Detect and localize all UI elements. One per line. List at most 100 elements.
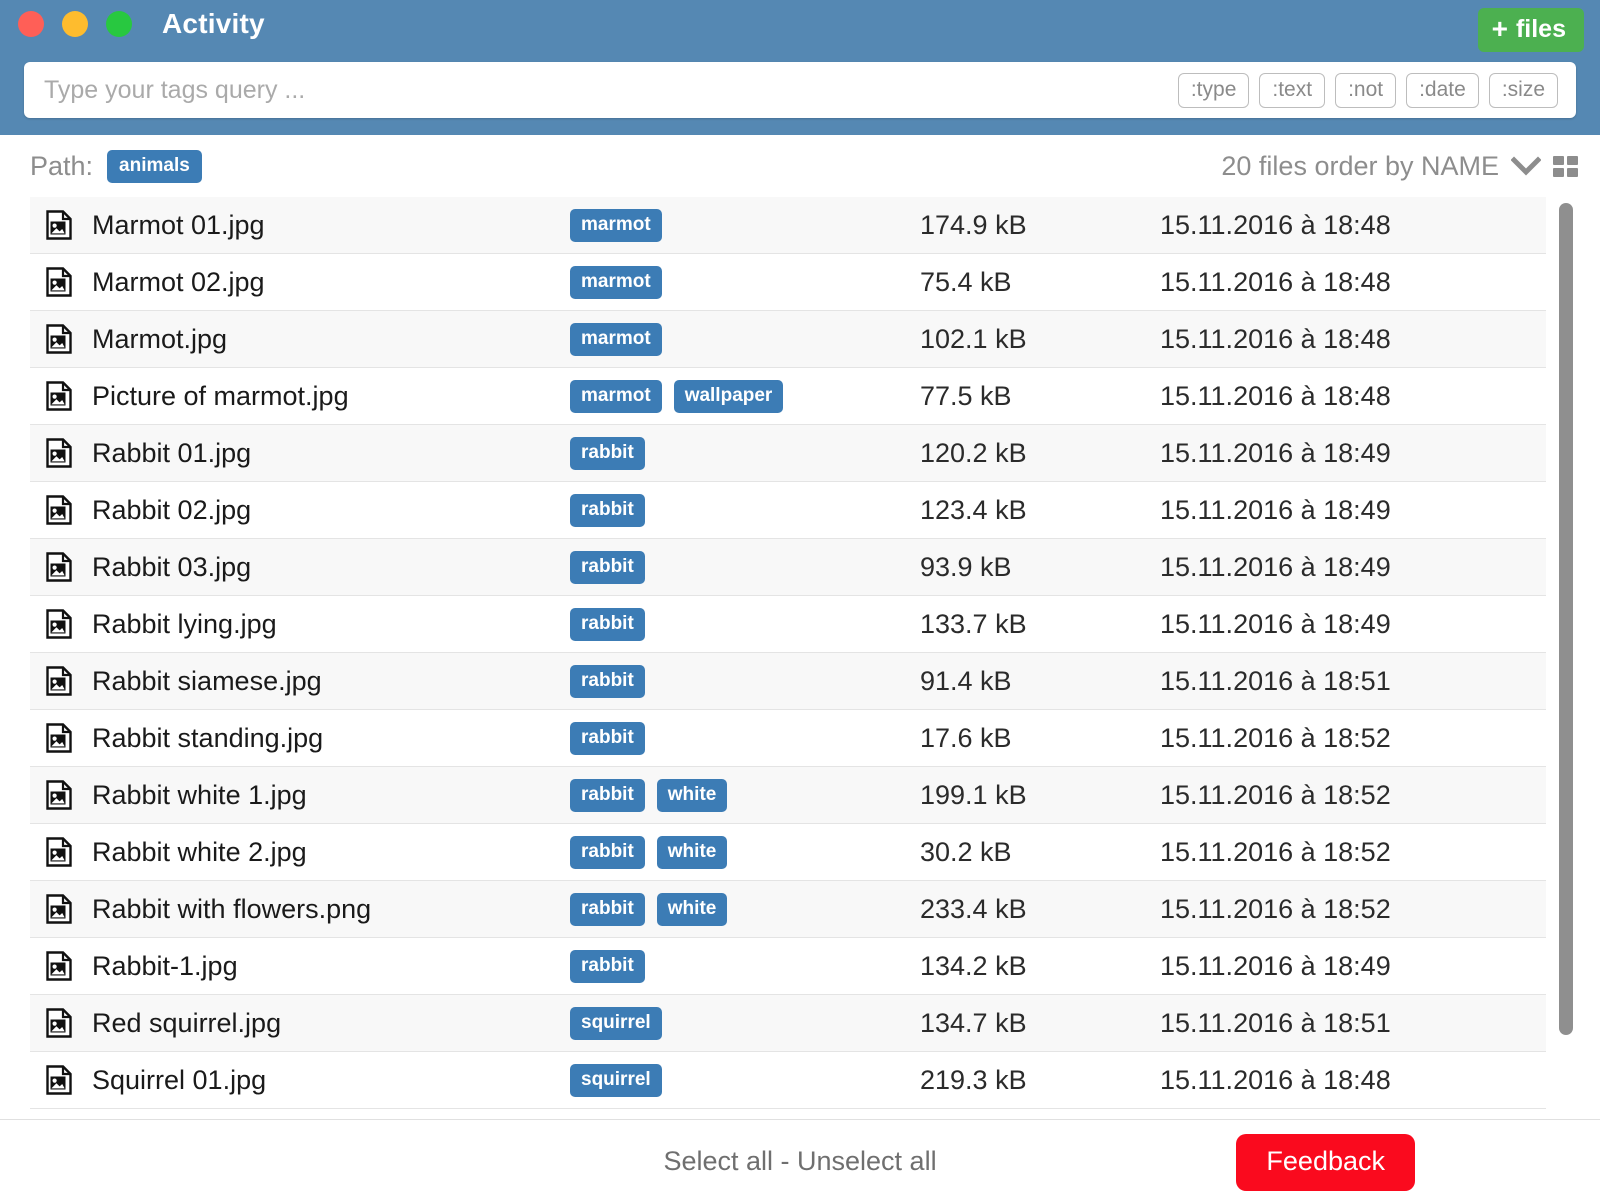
file-tag[interactable]: rabbit: [570, 664, 645, 698]
search-bar: :type :text :not :date :size: [24, 62, 1576, 118]
file-tags-cell: rabbit: [570, 607, 920, 641]
unselect-all-link[interactable]: Unselect all: [797, 1146, 937, 1176]
file-tag[interactable]: white: [656, 892, 728, 926]
maximize-window-button[interactable]: [106, 11, 132, 37]
file-date: 15.11.2016 à 18:51: [1160, 1007, 1391, 1038]
file-row[interactable]: Picture of marmot.jpg marmot wallpaper 77.5…: [30, 368, 1546, 425]
file-name-cell: Rabbit 01.jpg: [30, 438, 570, 469]
breadcrumb-animals[interactable]: animals: [107, 149, 202, 183]
file-name: Rabbit 02.jpg: [92, 494, 252, 525]
file-size: 102.1 kB: [920, 323, 1027, 354]
file-row[interactable]: Rabbit 01.jpg rabbit 120.2 kB 15.11.2016 à …: [30, 425, 1546, 482]
file-date: 15.11.2016 à 18:51: [1160, 665, 1391, 696]
file-size: 91.4 kB: [920, 665, 1012, 696]
file-row[interactable]: Rabbit lying.jpg rabbit 133.7 kB 15.11.2016…: [30, 596, 1546, 653]
close-window-button[interactable]: [18, 11, 44, 37]
file-tag[interactable]: rabbit: [570, 892, 645, 926]
file-name-cell: Picture of marmot.jpg: [30, 381, 570, 412]
file-name: Marmot 02.jpg: [92, 266, 265, 297]
file-row[interactable]: Rabbit 02.jpg rabbit 123.4 kB 15.11.2016 à …: [30, 482, 1546, 539]
file-row[interactable]: Rabbit with flowers.png rabbit white 233.4 …: [30, 881, 1546, 938]
file-tag[interactable]: marmot: [570, 265, 662, 299]
file-row[interactable]: Rabbit standing.jpg rabbit 17.6 kB 15.11.20…: [30, 710, 1546, 767]
file-tags-cell: rabbit white: [570, 892, 920, 926]
file-row[interactable]: Marmot 01.jpg marmot 174.9 kB 15.11.2016 à …: [30, 197, 1546, 254]
file-tags-cell: marmot wallpaper: [570, 379, 920, 413]
file-row[interactable]: Squirrel 01.jpg squirrel 219.3 kB 15.11.201…: [30, 1052, 1546, 1109]
file-name: Rabbit 01.jpg: [92, 437, 252, 468]
file-name-cell: Rabbit siamese.jpg: [30, 666, 570, 697]
search-input[interactable]: [24, 74, 1178, 106]
file-date: 15.11.2016 à 18:52: [1160, 836, 1391, 867]
file-tag[interactable]: marmot: [570, 208, 662, 242]
file-name: Marmot.jpg: [92, 323, 228, 354]
file-list-region: Marmot 01.jpg marmot 174.9 kB 15.11.2016 à …: [0, 197, 1600, 1119]
file-tag[interactable]: rabbit: [570, 778, 645, 812]
file-name: Squirrel 01.jpg: [92, 1064, 267, 1095]
file-size: 123.4 kB: [920, 494, 1027, 525]
file-tag[interactable]: rabbit: [570, 607, 645, 641]
app-window: Activity + files :type :text :not :date …: [0, 0, 1600, 1200]
file-tag[interactable]: rabbit: [570, 493, 645, 527]
footer-bar: Select all - Unselect all Feedback: [0, 1119, 1600, 1200]
chip-not[interactable]: :not: [1335, 72, 1397, 108]
file-name-cell: Marmot 02.jpg: [30, 267, 570, 298]
minimize-window-button[interactable]: [62, 11, 88, 37]
file-name: Rabbit standing.jpg: [92, 722, 324, 753]
app-title: Activity: [162, 8, 265, 39]
file-tag[interactable]: rabbit: [570, 550, 645, 584]
file-date: 15.11.2016 à 18:48: [1160, 209, 1391, 240]
chip-type[interactable]: :type: [1177, 72, 1250, 108]
file-size: 30.2 kB: [920, 836, 1012, 867]
file-row[interactable]: Rabbit 03.jpg rabbit 93.9 kB 15.11.2016 à 1…: [30, 539, 1546, 596]
file-name-cell: Rabbit lying.jpg: [30, 609, 570, 640]
image-file-icon: [46, 324, 72, 354]
file-row[interactable]: Marmot.jpg marmot 102.1 kB 15.11.2016 à 18:…: [30, 311, 1546, 368]
file-row[interactable]: Rabbit white 2.jpg rabbit white 30.2 kB 15.1…: [30, 824, 1546, 881]
chip-size[interactable]: :size: [1488, 72, 1558, 108]
file-tag[interactable]: marmot: [570, 322, 662, 356]
file-name-cell: Marmot 01.jpg: [30, 210, 570, 241]
file-tag[interactable]: marmot: [570, 379, 662, 413]
feedback-button[interactable]: Feedback: [1236, 1134, 1415, 1191]
file-tag[interactable]: rabbit: [570, 721, 645, 755]
file-row[interactable]: Rabbit white 1.jpg rabbit white 199.1 kB 15.…: [30, 767, 1546, 824]
toolbar-right: 20 files order by NAME: [1221, 151, 1578, 182]
grid-view-icon[interactable]: [1553, 155, 1578, 177]
file-tag[interactable]: rabbit: [570, 949, 645, 983]
file-tag[interactable]: white: [656, 835, 728, 869]
file-tag[interactable]: white: [656, 778, 728, 812]
file-tags-cell: rabbit white: [570, 778, 920, 812]
vertical-scrollbar-thumb[interactable]: [1559, 203, 1573, 1035]
traffic-lights: [18, 11, 132, 37]
file-tag[interactable]: squirrel: [570, 1006, 662, 1040]
file-tags-cell: marmot: [570, 208, 920, 242]
add-files-button[interactable]: + files: [1477, 8, 1584, 52]
file-size: 134.7 kB: [920, 1007, 1027, 1038]
file-tags-cell: squirrel: [570, 1006, 920, 1040]
image-file-icon: [46, 495, 72, 525]
file-tag[interactable]: wallpaper: [673, 379, 784, 413]
file-name-cell: Rabbit-1.jpg: [30, 951, 570, 982]
file-tags-cell: rabbit: [570, 493, 920, 527]
file-tag[interactable]: squirrel: [570, 1063, 662, 1097]
image-file-icon: [46, 552, 72, 582]
file-row[interactable]: Red squirrel.jpg squirrel 134.7 kB 15.11.20…: [30, 995, 1546, 1052]
file-row[interactable]: Rabbit-1.jpg rabbit 134.2 kB 15.11.2016 à 1…: [30, 938, 1546, 995]
file-row[interactable]: Marmot 02.jpg marmot 75.4 kB 15.11.2016 à 1…: [30, 254, 1546, 311]
image-file-icon: [46, 438, 72, 468]
chip-text[interactable]: :text: [1259, 72, 1326, 108]
file-name-cell: Red squirrel.jpg: [30, 1008, 570, 1039]
file-name-cell: Rabbit white 1.jpg: [30, 780, 570, 811]
file-name: Rabbit siamese.jpg: [92, 665, 322, 696]
vertical-scrollbar-track[interactable]: [1559, 203, 1573, 1113]
file-tag[interactable]: rabbit: [570, 436, 645, 470]
file-tag[interactable]: rabbit: [570, 835, 645, 869]
file-tags-cell: rabbit: [570, 550, 920, 584]
file-count-and-order[interactable]: 20 files order by NAME: [1221, 151, 1499, 182]
select-all-link[interactable]: Select all: [663, 1146, 773, 1176]
chevron-down-icon[interactable]: [1510, 156, 1542, 176]
selection-controls: Select all - Unselect all: [663, 1146, 936, 1177]
file-row[interactable]: Rabbit siamese.jpg rabbit 91.4 kB 15.11.201…: [30, 653, 1546, 710]
chip-date[interactable]: :date: [1406, 72, 1479, 108]
